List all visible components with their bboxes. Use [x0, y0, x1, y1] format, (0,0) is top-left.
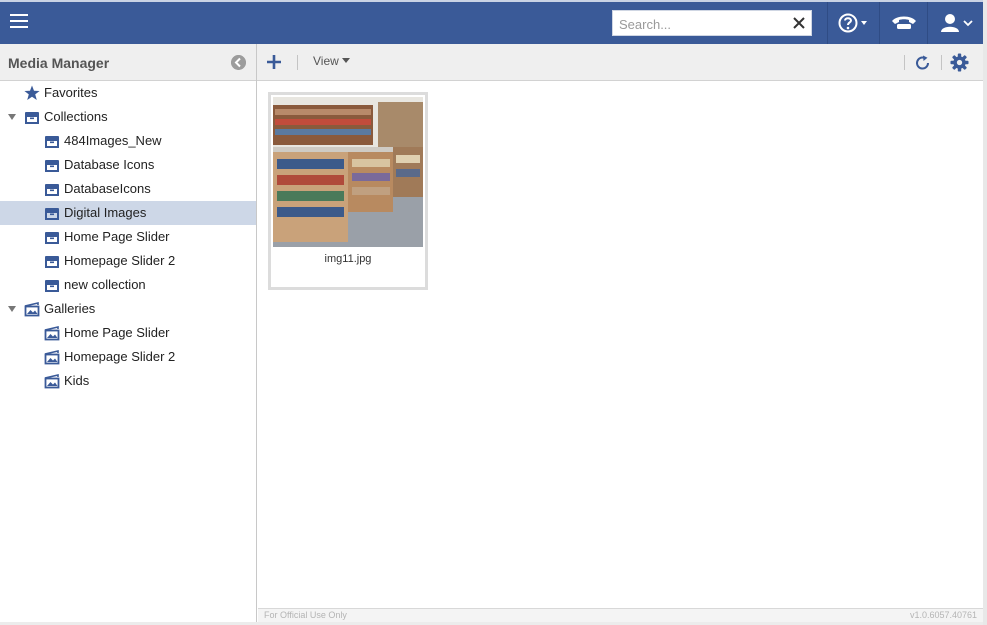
- tree-item-label: Collections: [44, 109, 108, 124]
- status-footer: For Official Use Only v1.0.6057.40761: [258, 608, 983, 622]
- left-panel: Media Manager Favorites Collections 484I…: [0, 44, 257, 625]
- help-circle-icon: [838, 13, 867, 33]
- gear-icon[interactable]: [950, 53, 969, 72]
- refresh-icon[interactable]: [914, 54, 932, 72]
- user-icon: [941, 14, 973, 32]
- tree-item-label: Kids: [64, 373, 90, 388]
- collection-box-icon: [45, 184, 59, 196]
- tree-item-label: Digital Images: [64, 205, 147, 220]
- media-filename: img11.jpg: [324, 253, 372, 265]
- gallery-icon: [44, 325, 60, 341]
- tree-item-label: Favorites: [44, 85, 98, 100]
- tree-item-collection[interactable]: new collection: [0, 273, 256, 297]
- tree-item-label: Homepage Slider 2: [64, 253, 176, 268]
- view-dropdown[interactable]: View: [313, 54, 350, 68]
- tree-item-favorites[interactable]: Favorites: [0, 81, 256, 105]
- media-grid: img11.jpg: [258, 82, 983, 608]
- user-menu-button[interactable]: [927, 2, 984, 44]
- gallery-icon: [44, 349, 60, 365]
- toolbar-divider: [904, 55, 905, 70]
- tree-item-collection[interactable]: Home Page Slider: [0, 225, 256, 249]
- collection-box-icon: [45, 160, 59, 172]
- version-label: v1.0.6057.40761: [909, 610, 977, 620]
- gallery-icon: [24, 301, 40, 317]
- expand-caret-icon[interactable]: [8, 306, 16, 312]
- collection-box-icon: [45, 256, 59, 268]
- expand-caret-icon[interactable]: [8, 114, 16, 120]
- collapse-panel-icon[interactable]: [231, 55, 246, 70]
- tree-item-label: Homepage Slider 2: [64, 349, 176, 364]
- library-bookshelves-image: [273, 97, 423, 247]
- tree-item-collection[interactable]: Homepage Slider 2: [0, 249, 256, 273]
- tree-item-gallery[interactable]: Home Page Slider: [0, 321, 256, 345]
- tree-item-gallery[interactable]: Kids: [0, 369, 256, 393]
- toolbar-divider: [941, 55, 942, 70]
- toolbar-divider: [297, 55, 298, 70]
- folder-tree: Favorites Collections 484Images_New Data…: [0, 81, 256, 393]
- collection-box-icon: [45, 208, 59, 220]
- tree-item-label: 484Images_New: [64, 133, 162, 148]
- collection-box-icon: [45, 280, 59, 292]
- tree-item-label: Home Page Slider: [64, 325, 170, 340]
- telephone-icon: [892, 16, 916, 29]
- search-input[interactable]: [617, 12, 791, 36]
- collection-box-icon: [45, 232, 59, 244]
- clear-search-icon[interactable]: [792, 14, 806, 32]
- tree-item-collection-selected[interactable]: Digital Images: [0, 201, 256, 225]
- tree-item-collections[interactable]: Collections: [0, 105, 256, 129]
- panel-header: Media Manager: [0, 44, 256, 81]
- tree-item-label: DatabaseIcons: [64, 181, 151, 196]
- star-icon: [24, 85, 40, 100]
- tree-item-label: Home Page Slider: [64, 229, 170, 244]
- content-toolbar: View: [257, 44, 983, 81]
- media-thumbnail[interactable]: img11.jpg: [268, 92, 428, 290]
- help-button[interactable]: [827, 2, 880, 44]
- collection-box-icon: [25, 112, 39, 124]
- tree-item-collection[interactable]: Database Icons: [0, 153, 256, 177]
- classification-label: For Official Use Only: [264, 610, 347, 620]
- top-bar: [0, 0, 983, 44]
- window-edge: [983, 0, 987, 625]
- contact-button[interactable]: [879, 2, 928, 44]
- search-box: [612, 10, 812, 36]
- tree-item-collection[interactable]: DatabaseIcons: [0, 177, 256, 201]
- plus-icon[interactable]: [265, 53, 283, 71]
- collection-box-icon: [45, 136, 59, 148]
- hamburger-icon[interactable]: [10, 14, 28, 30]
- tree-item-label: Database Icons: [64, 157, 155, 172]
- tree-item-label: Galleries: [44, 301, 96, 316]
- tree-item-gallery[interactable]: Homepage Slider 2: [0, 345, 256, 369]
- gallery-icon: [44, 373, 60, 389]
- tree-item-collection[interactable]: 484Images_New: [0, 129, 256, 153]
- tree-item-label: new collection: [64, 277, 146, 292]
- tree-item-galleries[interactable]: Galleries: [0, 297, 256, 321]
- panel-title: Media Manager: [8, 55, 110, 71]
- caret-down-icon: [341, 58, 350, 63]
- view-label: View: [313, 54, 339, 68]
